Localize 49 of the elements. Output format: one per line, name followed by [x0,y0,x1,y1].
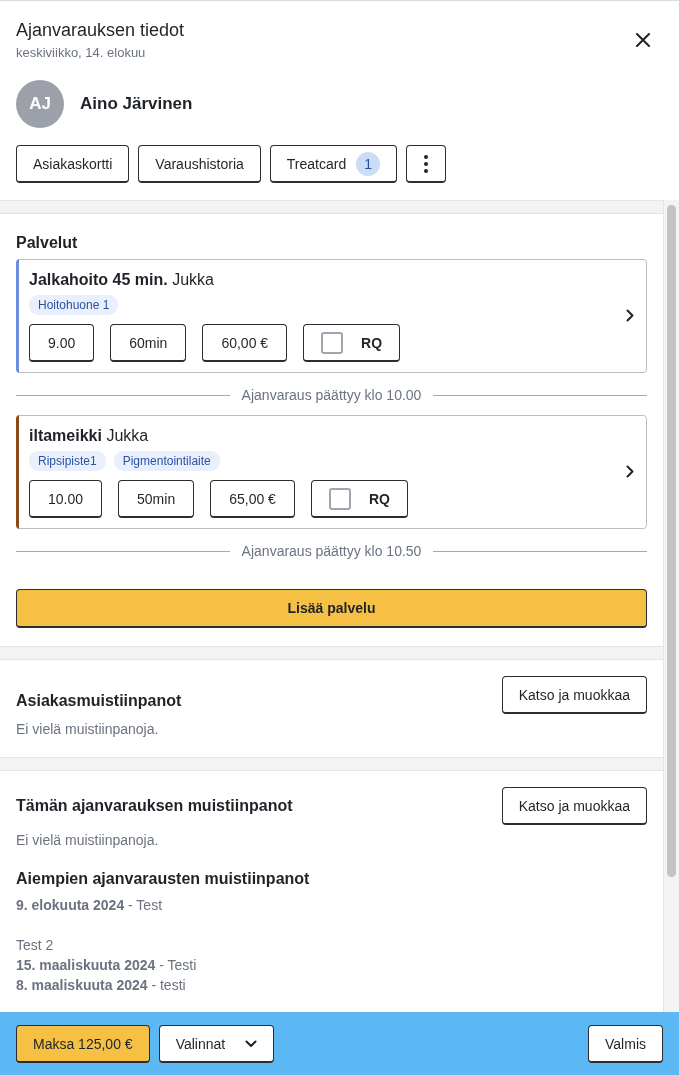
end-time-note: Ajanvaraus päättyy klo 10.00 [241,386,422,405]
price-button[interactable]: 60,00 € [202,324,288,362]
chevron-right-icon [626,465,634,478]
pay-button[interactable]: Maksa 125,00 € [16,1025,150,1063]
service-card[interactable]: iltameikki Jukka Ripsipiste1 Pigmentointilaite 10.00 50min 65,00 € RQ [19,415,647,529]
date-subtitle: keskiviikko, 14. elokuu [16,44,147,62]
section-heading: Tämän ajanvarauksen muistiinpanot [16,796,293,816]
checkbox[interactable] [321,331,344,354]
note-entry: 8. maaliskuuta 2024 - testi [16,976,187,995]
resource-tag: Hoitohuone 1 [29,295,119,315]
action-button[interactable]: Treatcard 1 [269,145,398,183]
service-title: Jalkahoito 45 min. Jukka [29,270,215,290]
customer-name: Aino Järvinen [80,93,193,115]
note-entry: 9. elokuuta 2024 - Test Test 2 [16,896,164,955]
section-heading: Palvelut [16,233,79,253]
duration-button[interactable]: 60min [110,324,187,362]
chevron-down-icon [245,1039,258,1048]
view-edit-button[interactable]: Katso ja muokkaa [501,787,647,825]
rq-toggle[interactable]: RQ [310,480,408,518]
resource-tag: Pigmentointilaite [113,451,220,471]
scrollbar-thumb[interactable] [667,205,676,877]
chevron-right-icon [626,309,634,322]
more-options-button[interactable] [406,145,447,183]
view-edit-button[interactable]: Katso ja muokkaa [501,676,647,714]
checkbox[interactable] [328,487,351,510]
start-time-button[interactable]: 10.00 [29,480,103,518]
vertical-dots-icon [424,154,429,173]
action-button[interactable]: Varaushistoria [138,145,261,183]
avatar-initials: AJ [16,80,64,128]
note-entry: 15. maaliskuuta 2024 - Testi [16,956,198,975]
start-time-button[interactable]: 9.00 [29,324,95,362]
duration-button[interactable]: 50min [118,480,195,518]
options-button[interactable]: Valinnat [158,1025,275,1063]
count-badge: 1 [356,151,381,176]
service-title: iltameikki Jukka [29,426,150,446]
done-button[interactable]: Valmis [588,1025,663,1063]
action-button[interactable]: Asiakaskortti [16,145,130,183]
price-button[interactable]: 65,00 € [210,480,295,518]
service-card[interactable]: Jalkahoito 45 min. Jukka Hoitohuone 1 9.00 60min 60,00 € RQ [19,259,647,373]
rq-toggle[interactable]: RQ [303,324,401,362]
add-service-button[interactable]: Lisää palvelu [16,589,647,628]
section-heading: Asiakasmuistiinpanot [16,691,182,711]
end-time-note: Ajanvaraus päättyy klo 10.50 [241,542,422,561]
resource-tag: Ripsipiste1 [29,451,106,471]
close-icon [636,33,650,47]
subsection-heading: Aiempien ajanvarausten muistiinpanot [16,869,311,889]
empty-notes-text: Ei vielä muistiinpanoja. [16,720,160,739]
panel-title: Ajanvarauksen tiedot [16,19,185,42]
empty-notes-text: Ei vielä muistiinpanoja. [16,831,160,850]
